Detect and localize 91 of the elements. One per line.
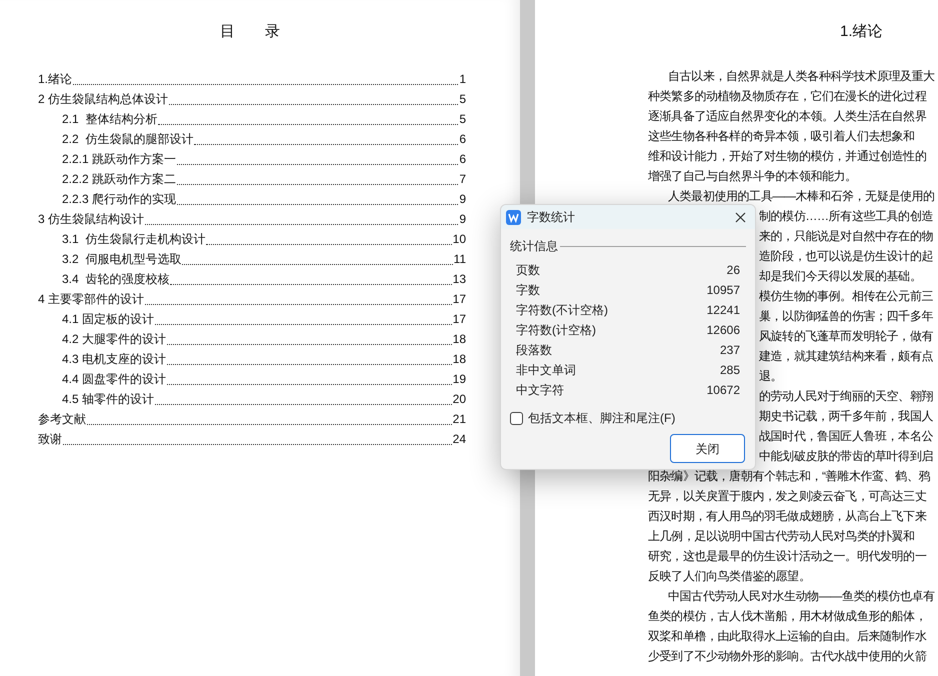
- paragraph-line: 自古以来，自然界就是人类各种科学技术原理及重大: [668, 68, 935, 85]
- page-number: 20: [452, 391, 466, 408]
- stat-label: 段落数: [516, 342, 552, 359]
- checkbox[interactable]: [510, 412, 523, 424]
- stat-label: 字符数(不计空格): [516, 302, 608, 319]
- toc-entry[interactable]: 4.4 圆盘零件的设计: [38, 370, 166, 388]
- stat-label: 字符数(计空格): [516, 322, 596, 339]
- page-number: 5: [459, 91, 466, 108]
- page-number: 21: [452, 411, 466, 428]
- stat-value: 10672: [706, 382, 740, 399]
- toc-entry[interactable]: 4.5 轴零件的设计: [38, 390, 154, 408]
- group-label: 统计信息: [510, 238, 558, 255]
- paragraph-line: 中能划破皮肤的带齿的草叶得到启: [759, 448, 934, 465]
- dialog-title: 字数统计: [527, 209, 575, 226]
- toc-entry[interactable]: 4.3 电机支座的设计: [38, 350, 166, 368]
- checkbox-label: 包括文本框、脚注和尾注(F): [528, 410, 676, 427]
- stat-label: 字数: [516, 282, 540, 299]
- paragraph-line: 研究，这也是最早的仿生设计活动之一。明代发明的一: [648, 548, 926, 565]
- paragraph-line: 风旋转的飞蓬草而发明轮子，做有: [759, 328, 934, 345]
- toc-entry[interactable]: 4.1 固定板的设计: [38, 310, 154, 328]
- paragraph-line: 西汉时期，有人用鸟的羽毛做成翅膀，从高台上飞下来: [648, 508, 926, 525]
- toc-entry[interactable]: 2 仿生袋鼠结构总体设计: [38, 90, 168, 108]
- toc-entry[interactable]: 2.2.3 爬行动作的实现: [38, 190, 176, 208]
- paragraph-line: 模仿生物的事例。相传在公元前三: [759, 288, 934, 305]
- toc-entry[interactable]: 参考文献: [38, 410, 86, 428]
- paragraph-line: 的劳动人民对于绚丽的天空、翱翔: [759, 388, 934, 405]
- stat-value: 10957: [706, 282, 740, 299]
- paragraph-line: 来的，只能说是对自然中存在的物: [759, 228, 934, 245]
- toc-title: 目 录: [220, 22, 280, 42]
- page-number: 5: [459, 111, 466, 128]
- paragraph-line: 逐渐具备了适应自然界变化的本领。人类生活在自然界: [648, 108, 926, 125]
- page-number: 24: [452, 431, 466, 448]
- paragraph-line: 鱼类的模仿，古人伐木凿船，用木材做成鱼形的船体，: [648, 608, 926, 625]
- toc-entry[interactable]: 2.2.2 跳跃动作方案二: [38, 170, 176, 188]
- paragraph-line: 增强了自己与自然界斗争的本领和能力。: [648, 168, 857, 185]
- paragraph-line: 阳杂编》记载，唐朝有个韩志和，“善雕木作鸾、鹤、鸦: [648, 468, 930, 485]
- page-number: 17: [452, 291, 466, 308]
- page-number: 9: [459, 211, 466, 228]
- page-number: 11: [454, 251, 466, 268]
- paragraph-line: 制的模仿……所有这些工具的创造: [759, 208, 934, 225]
- toc-entry[interactable]: 3.1 仿生袋鼠行走机构设计: [38, 230, 206, 248]
- stat-label: 非中文单词: [516, 362, 576, 379]
- stat-label: 中文字符: [516, 382, 564, 399]
- page-number: 17: [452, 311, 466, 328]
- page-number: 1: [459, 71, 466, 88]
- toc-entry[interactable]: 4 主要零部件的设计: [38, 290, 144, 308]
- page-number: 9: [459, 191, 466, 208]
- page-number: 10: [452, 231, 466, 248]
- paragraph-line: 战国时代，鲁国匠人鲁班，本名公: [759, 428, 934, 445]
- toc-entry[interactable]: 3.2 伺服电机型号选取: [38, 250, 182, 268]
- toc-entry[interactable]: 3.4 齿轮的强度校核: [38, 270, 170, 288]
- page-number: 19: [452, 371, 466, 388]
- stat-label: 页数: [516, 262, 540, 279]
- toc-entry[interactable]: 致谢: [38, 430, 62, 448]
- paragraph-line: 造阶段，也可以说是仿生设计的起: [759, 248, 934, 265]
- toc-entry[interactable]: 2.2 仿生袋鼠的腿部设计: [38, 130, 194, 148]
- close-button[interactable]: 关闭: [670, 434, 745, 463]
- toc-entry[interactable]: 2.2.1 跳跃动作方案一: [38, 150, 176, 168]
- paragraph-line: 人类最初使用的工具——木棒和石斧，无疑是使用的: [668, 188, 935, 205]
- toc-entry[interactable]: 1.绪论: [38, 70, 72, 88]
- stat-value: 12241: [706, 302, 740, 319]
- stat-value: 237: [720, 342, 740, 359]
- paragraph-line: 种类繁多的动植物及物质存在，它们在漫长的进化过程: [648, 88, 926, 105]
- paragraph-line: 中国古代劳动人民对水生动物——鱼类的模仿也卓有: [668, 588, 935, 605]
- paragraph-line: 这些生物各种各样的奇异本领，吸引着人们去想象和: [648, 128, 915, 145]
- toc-entry[interactable]: 2.1 整体结构分析: [38, 110, 158, 128]
- chapter-title: 1.绪论: [840, 22, 883, 42]
- paragraph-line: 维和设计能力，开始了对生物的模仿，并通过创造性的: [648, 148, 926, 165]
- toc-entry[interactable]: 3 仿生袋鼠结构设计: [38, 210, 144, 228]
- close-icon[interactable]: [735, 212, 746, 222]
- page-number: 6: [459, 131, 466, 148]
- page-number: 13: [452, 271, 466, 288]
- stat-value: 12606: [706, 322, 740, 339]
- paragraph-line: 少受到了不少动物外形的影响。古代水战中使用的火箭: [648, 648, 926, 665]
- stat-value: 26: [726, 262, 740, 279]
- paragraph-line: 期史书记载，两千多年前，我国人: [759, 408, 934, 425]
- paragraph-line: 上几例，足以说明中国古代劳动人民对鸟类的扑翼和: [648, 528, 915, 545]
- paragraph-line: 无异，以关戾置于腹内，发之则凌云奋飞，可高达三丈: [648, 488, 926, 505]
- page-number: 18: [452, 351, 466, 368]
- paragraph-line: 退。: [759, 368, 782, 385]
- app-logo-icon: [506, 210, 521, 224]
- paragraph-line: 反映了人们向鸟类借鉴的愿望。: [648, 568, 810, 585]
- paragraph-line: 双桨和单橹，由此取得水上运输的自由。后来随制作水: [648, 628, 926, 645]
- page-number: 18: [452, 331, 466, 348]
- paragraph-line: 却是我们今天得以发展的基础。: [759, 268, 922, 285]
- paragraph-line: 建造，就其建筑结构来看，颇有点: [759, 348, 934, 365]
- page-number: 6: [459, 151, 466, 168]
- page-number: 7: [459, 171, 466, 188]
- toc-entry[interactable]: 4.2 大腿零件的设计: [38, 330, 166, 348]
- stat-value: 285: [720, 362, 740, 379]
- paragraph-line: 巢，以防御猛兽的伤害；四千多年: [759, 308, 934, 325]
